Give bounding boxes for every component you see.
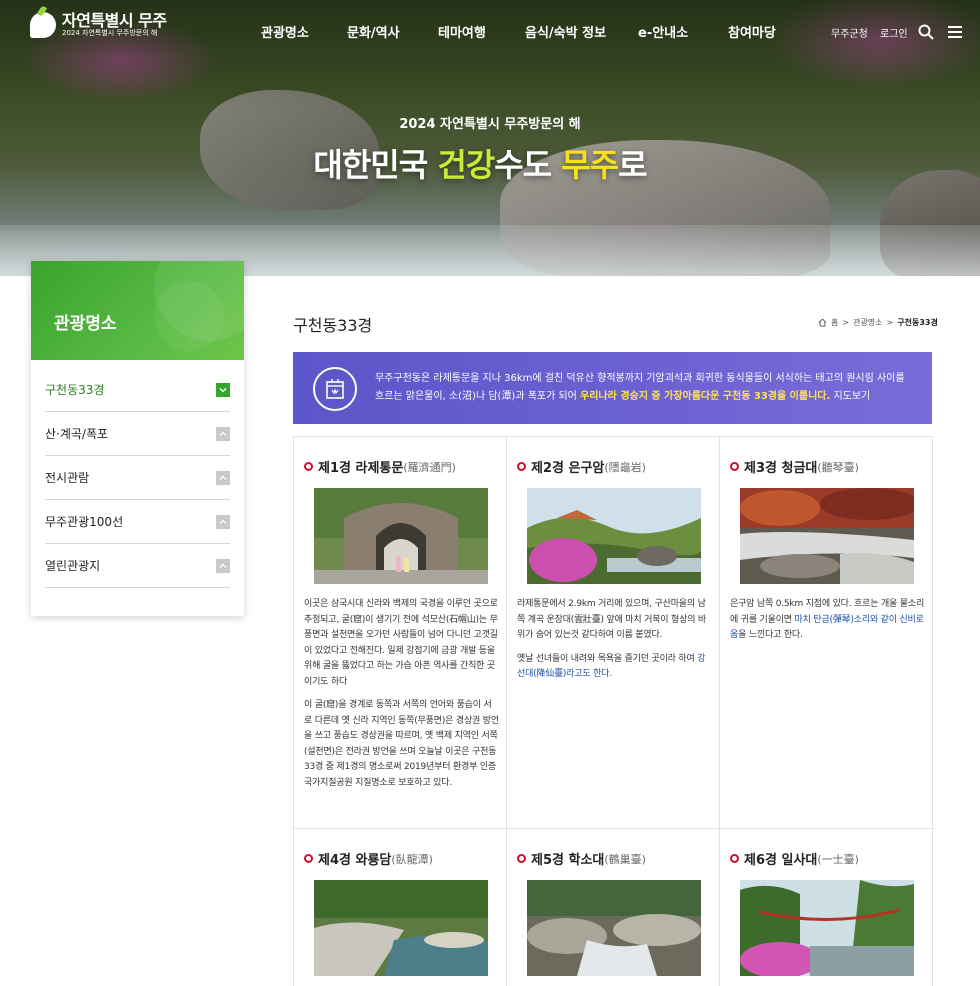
attraction-photo[interactable] xyxy=(314,880,488,976)
hero-title: 대한민국 건강수도 무주로 xyxy=(0,140,960,186)
attraction-card[interactable]: 제5경 학소대 (鶴巢臺) xyxy=(507,829,720,986)
bullet-icon xyxy=(304,462,313,471)
sidebar-item-tour100[interactable]: 무주관광100선 xyxy=(45,500,230,544)
nav-item-food-lodging[interactable]: 음식/숙박 정보 xyxy=(525,22,606,41)
side-menu: 관광명소 구천동33경 산·계곡/폭포 전시관람 무주관광100선 열린관광지 xyxy=(31,261,244,616)
attraction-photo[interactable] xyxy=(740,488,914,584)
attraction-title: 제1경 라제통문 (羅濟通門) xyxy=(304,457,456,476)
attraction-hanja: (聽琴臺) xyxy=(817,460,859,474)
attraction-name: 제3경 청금대 xyxy=(744,461,818,476)
attraction-hanja: (隱龜岩) xyxy=(604,460,646,474)
intro-banner: 무주구천동은 라제통문을 지나 36km에 걸친 덕유산 향적봉까지 기암괴석과… xyxy=(293,352,932,424)
attraction-name: 제6경 일사대 xyxy=(744,853,818,868)
attraction-description: 라제통문에서 2.9km 거리에 있으며, 구산마을의 남쪽 계곡 운장대(雲壯… xyxy=(517,597,712,683)
attraction-name: 제5경 학소대 xyxy=(531,853,605,868)
sidebar-item-label: 전시관람 xyxy=(45,471,90,485)
sidebar-item-label: 열린관광지 xyxy=(45,559,101,573)
chevron-up-icon[interactable] xyxy=(216,471,230,485)
sidebar-item-mountain-valley[interactable]: 산·계곡/폭포 xyxy=(45,412,230,456)
breadcrumb-home[interactable]: 홈 xyxy=(831,317,838,328)
home-icon[interactable] xyxy=(818,318,827,327)
menu-icon[interactable] xyxy=(948,25,962,39)
map-icon xyxy=(313,367,357,411)
side-menu-title: 관광명소 xyxy=(54,314,117,334)
sidebar-item-label: 산·계곡/폭포 xyxy=(45,427,109,441)
bullet-icon xyxy=(730,462,739,471)
map-view-link[interactable]: 지도보기 xyxy=(830,391,870,402)
attraction-title: 제2경 은구암 (隱龜岩) xyxy=(517,457,646,476)
description-paragraph: 라제통문에서 2.9km 거리에 있으며, 구산마을의 남쪽 계곡 운장대(雲壯… xyxy=(517,599,707,640)
nav-item-theme[interactable]: 테마여행 xyxy=(438,22,486,41)
attraction-name: 제2경 은구암 xyxy=(531,461,605,476)
attraction-photo[interactable] xyxy=(314,488,488,584)
login-link[interactable]: 로그인 xyxy=(880,25,908,40)
attraction-card[interactable]: 제6경 일사대 (一士臺) xyxy=(720,829,933,986)
side-menu-header: 관광명소 xyxy=(31,261,244,360)
attraction-description: 이곳은 삼국시대 신라와 백제의 국경을 이루던 곳으로 추정되고, 굴(窟)이… xyxy=(304,597,499,791)
bullet-icon xyxy=(517,462,526,471)
hero-title-muju: 무주 xyxy=(561,146,619,184)
hero-title-part: 대한민국 xyxy=(313,146,438,184)
county-office-link[interactable]: 무주군청 xyxy=(831,25,868,40)
breadcrumb-current: 구천동33경 xyxy=(897,318,938,327)
description-text: 을 느낀다고 한다. xyxy=(738,630,803,640)
description-paragraph: 은구암 남쪽 0.5km 지점에 있다. 흐르는 개울 물소리에 귀를 기울이면… xyxy=(730,597,925,644)
breadcrumb-separator: > xyxy=(886,318,894,327)
side-menu-list: 구천동33경 산·계곡/폭포 전시관람 무주관광100선 열린관광지 xyxy=(31,368,244,588)
description-paragraph: 이 굴(窟)을 경계로 동쪽과 서쪽의 언어와 풍습이 서로 다른데 옛 신라 … xyxy=(304,700,499,788)
chevron-up-icon[interactable] xyxy=(216,427,230,441)
description-paragraph: 옛날 선녀들이 내려와 목욕을 즐기던 곳이라 하여 강선대(降仙臺)라고도 한… xyxy=(517,652,712,683)
nav-item-community[interactable]: 참여마당 xyxy=(728,22,776,41)
sidebar-item-open-tourism[interactable]: 열린관광지 xyxy=(45,544,230,588)
hero-banner: 자연특별시 무주 2024 자연특별시 무주방문의 해 관광명소 문화/역사 테… xyxy=(0,0,980,276)
description-paragraph: 이곳은 삼국시대 신라와 백제의 국경을 이루던 곳으로 추정되고, 굴(窟)이… xyxy=(304,599,498,687)
bullet-icon xyxy=(304,854,313,863)
attraction-card[interactable]: 제4경 와룡담 (臥龍潭) xyxy=(294,829,507,986)
hero-title-part: 수도 xyxy=(494,146,562,184)
nav-item-attractions[interactable]: 관광명소 xyxy=(261,22,309,41)
chevron-up-icon[interactable] xyxy=(216,559,230,573)
attraction-hanja: (羅濟通門) xyxy=(403,460,456,474)
attraction-photo[interactable] xyxy=(740,880,914,976)
breadcrumb-separator: > xyxy=(842,318,850,327)
intro-banner-text: 무주구천동은 라제통문을 지나 36km에 걸친 덕유산 향적봉까지 기암괴석과… xyxy=(375,370,905,406)
nav-item-info[interactable]: e-안내소 xyxy=(638,22,688,41)
attraction-title: 제5경 학소대 (鶴巢臺) xyxy=(517,849,646,868)
attraction-title: 제3경 청금대 (聽琴臺) xyxy=(730,457,859,476)
sidebar-item-label: 구천동33경 xyxy=(45,383,105,397)
attraction-description: 은구암 남쪽 0.5km 지점에 있다. 흐르는 개울 물소리에 귀를 기울이면… xyxy=(730,597,925,644)
search-icon[interactable] xyxy=(918,24,934,40)
sidebar-item-label: 무주관광100선 xyxy=(45,515,124,529)
attraction-card[interactable]: 제2경 은구암 (隱龜岩) 라제통문에서 2.9km 거리에 있으며, 구산마을의… xyxy=(507,437,720,829)
attraction-hanja: (一士臺) xyxy=(817,852,859,866)
attraction-name: 제1경 라제통문 xyxy=(318,461,404,476)
bullet-icon xyxy=(517,854,526,863)
chevron-down-icon[interactable] xyxy=(216,383,230,397)
hero-title-part: 로 xyxy=(618,146,647,184)
attraction-hanja: (鶴巢臺) xyxy=(604,852,646,866)
nav-item-culture[interactable]: 문화/역사 xyxy=(347,22,400,41)
attraction-title: 제6경 일사대 (一士臺) xyxy=(730,849,859,868)
chevron-up-icon[interactable] xyxy=(216,515,230,529)
attraction-hanja: (臥龍潭) xyxy=(391,852,433,866)
description-text: 옛날 선녀들이 내려와 목욕을 즐기던 곳이라 하여 xyxy=(517,653,698,664)
breadcrumb: 홈 > 관광명소 > 구천동33경 xyxy=(818,317,938,328)
sidebar-item-gucheondong33[interactable]: 구천동33경 xyxy=(45,368,230,412)
attraction-photo[interactable] xyxy=(527,488,701,584)
bullet-icon xyxy=(730,854,739,863)
attraction-card[interactable]: 제3경 청금대 (聽琴臺) 은구암 남쪽 0.5km 지점에 있다. 흐르는 개울… xyxy=(720,437,933,829)
hero-title-health: 건강 xyxy=(437,146,495,184)
sidebar-item-exhibition[interactable]: 전시관람 xyxy=(45,456,230,500)
attraction-name: 제4경 와룡담 xyxy=(318,853,392,868)
attraction-photo[interactable] xyxy=(527,880,701,976)
page-title: 구천동33경 xyxy=(293,316,373,335)
hero-subtitle: 2024 자연특별시 무주방문의 해 xyxy=(399,117,581,132)
attraction-title: 제4경 와룡담 (臥龍潭) xyxy=(304,849,433,868)
banner-highlight: 우리나라 경승지 중 가장아름다운 구천동 33경을 이룹니다. xyxy=(580,391,831,402)
attraction-grid: 제1경 라제통문 (羅濟通門) 이곳은 삼국시대 신라와 백제의 국경을 이루던 … xyxy=(293,436,933,986)
breadcrumb-attractions[interactable]: 관광명소 xyxy=(853,317,882,328)
attraction-card[interactable]: 제1경 라제통문 (羅濟通門) 이곳은 삼국시대 신라와 백제의 국경을 이루던 … xyxy=(294,437,507,829)
